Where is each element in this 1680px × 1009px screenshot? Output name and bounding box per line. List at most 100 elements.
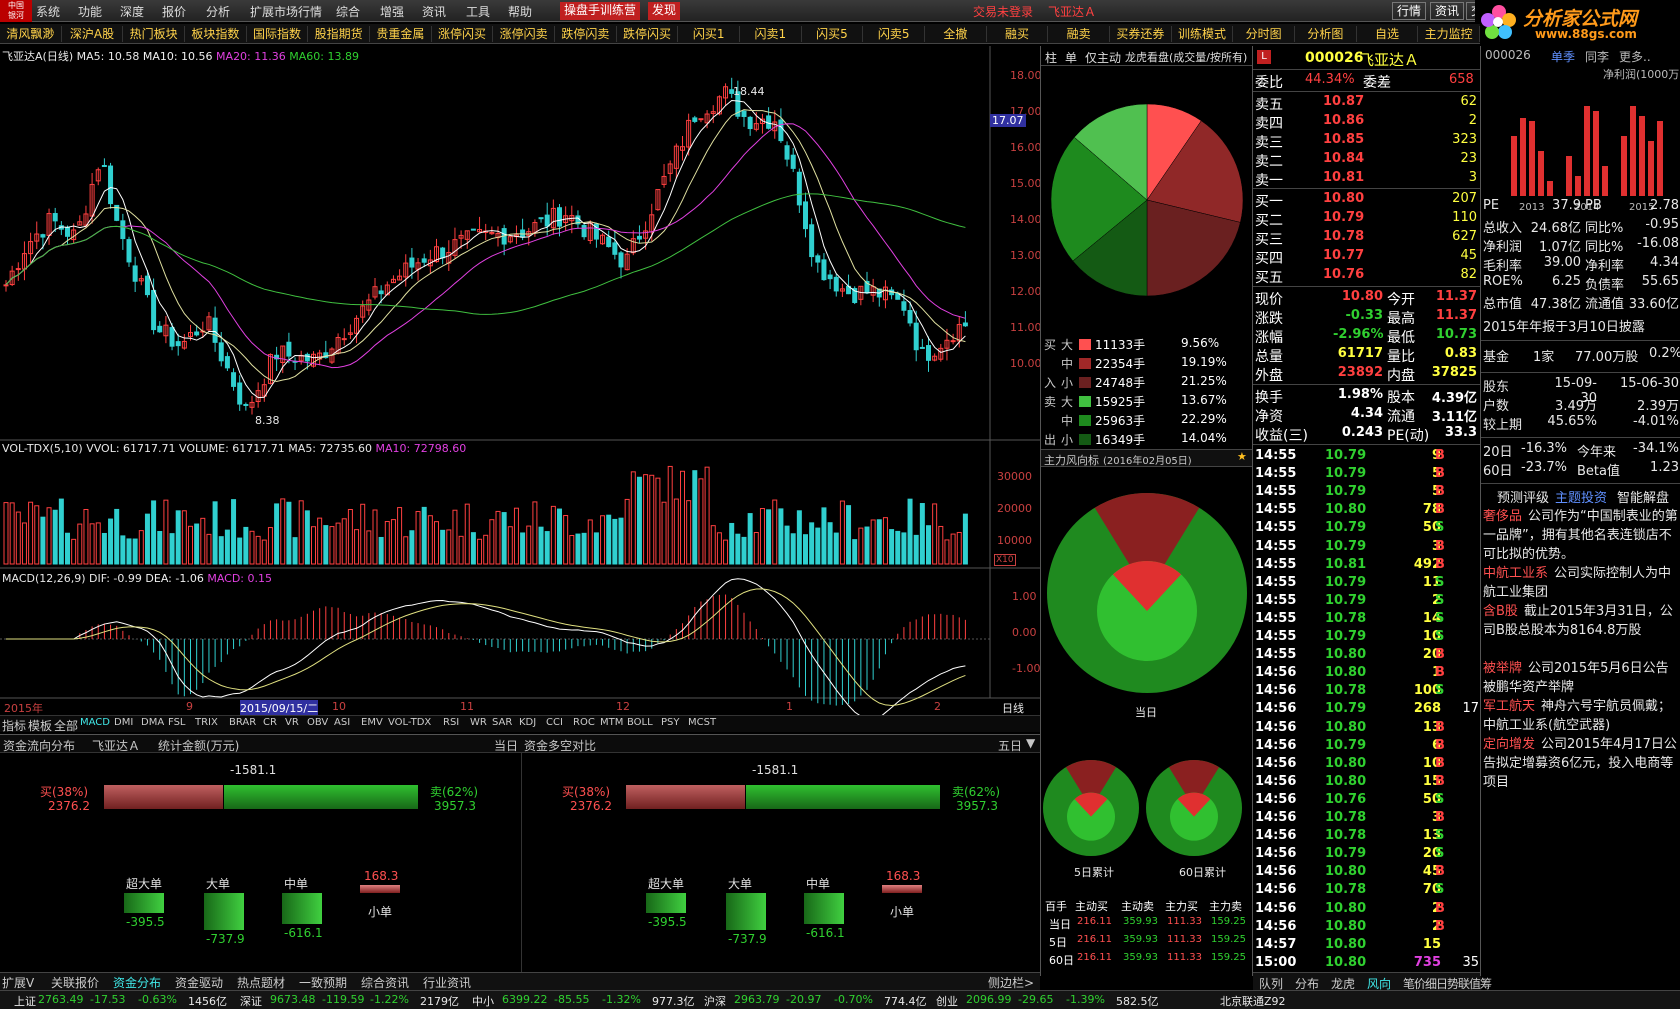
quick-button-20[interactable]: 分时图: [1233, 26, 1295, 42]
info-button[interactable]: 资讯: [1430, 2, 1465, 20]
indicator-tab-8[interactable]: BRAR: [229, 717, 256, 728]
trade-status[interactable]: 交易未登录: [973, 3, 1033, 20]
bottom-tab-1[interactable]: 关联报价: [51, 974, 99, 991]
l-badge-icon[interactable]: L: [1257, 50, 1271, 64]
indicator-tab-18[interactable]: KDJ: [519, 717, 536, 728]
news-link-2[interactable]: 智能解盘: [1617, 487, 1669, 506]
bottom-tab-0[interactable]: 扩展V: [2, 974, 34, 991]
bottom-tab-7[interactable]: 行业资讯: [423, 974, 471, 991]
quick-button-23[interactable]: 主力监控: [1418, 26, 1480, 42]
dropdown-icon[interactable]: ▼: [1026, 736, 1035, 750]
indicator-tab-20[interactable]: ROC: [573, 717, 595, 728]
fund-period-select[interactable]: 五日: [998, 737, 1022, 754]
index-name[interactable]: 上证: [14, 993, 36, 1009]
indicator-tab-13[interactable]: EMV: [361, 717, 383, 728]
big-order-tab-1[interactable]: 单: [1065, 49, 1077, 66]
index-name[interactable]: 沪深: [704, 993, 726, 1009]
quick-button-11[interactable]: 闪买1: [678, 26, 740, 42]
quick-button-5[interactable]: 股指期货: [308, 26, 370, 42]
training-button[interactable]: 操盘手训练营: [560, 2, 641, 20]
indicator-tab-11[interactable]: OBV: [307, 717, 328, 728]
indicator-tab-9[interactable]: CR: [263, 717, 277, 728]
quick-button-3[interactable]: 板块指数: [185, 26, 247, 42]
quick-button-7[interactable]: 涨停闪买: [432, 26, 494, 42]
f10-tab-0[interactable]: 单季: [1551, 48, 1575, 65]
news-tag[interactable]: 奢侈品: [1483, 509, 1522, 524]
indicator-tab-22[interactable]: BOLL: [627, 717, 653, 728]
big-order-tab-2[interactable]: 仅主动: [1085, 49, 1121, 66]
index-name[interactable]: 深证: [240, 993, 262, 1009]
quick-button-16[interactable]: 融买: [987, 26, 1049, 42]
news-tag[interactable]: 军工航天: [1483, 699, 1535, 714]
quick-button-8[interactable]: 涨停闪卖: [493, 26, 555, 42]
menu-item-0[interactable]: 系统: [36, 3, 60, 20]
quick-button-21[interactable]: 分析图: [1295, 26, 1357, 42]
news-item[interactable]: 军工航天 神舟六号宇航员佩戴；中航工业系(航空武器): [1483, 697, 1679, 735]
news-item[interactable]: 奢侈品 公司作为“中国制表业的第一品牌”，拥有其他名表连锁店不可比拟的优势。: [1483, 507, 1679, 564]
indicator-tab-2[interactable]: 全部: [54, 717, 78, 734]
news-link-0[interactable]: 预测评级: [1497, 487, 1549, 506]
menu-item-1[interactable]: 功能: [78, 3, 102, 20]
index-name[interactable]: 中小: [472, 993, 494, 1009]
menu-item-6[interactable]: 综合: [336, 3, 360, 20]
quick-button-0[interactable]: 清风飘渺: [0, 26, 62, 42]
menu-item-10[interactable]: 帮助: [508, 3, 532, 20]
menu-item-4[interactable]: 分析: [206, 3, 230, 20]
quick-button-18[interactable]: 买券还券: [1110, 26, 1172, 42]
quick-button-10[interactable]: 跌停闪买: [617, 26, 679, 42]
indicator-tab-19[interactable]: CCI: [546, 717, 563, 728]
quick-button-15[interactable]: 全撤: [925, 26, 987, 42]
menu-item-9[interactable]: 工具: [466, 3, 490, 20]
kline-svg[interactable]: [0, 46, 1040, 736]
quick-button-17[interactable]: 融卖: [1048, 26, 1110, 42]
quick-button-9[interactable]: 跌停闪卖: [555, 26, 617, 42]
quick-button-13[interactable]: 闪买5: [802, 26, 864, 42]
news-item[interactable]: 含B股 截止2015年3月31日，公司B股总股本为8164.8万股: [1483, 602, 1679, 640]
f10-tab-1[interactable]: 同李: [1585, 48, 1609, 65]
news-tag[interactable]: 被举牌: [1483, 661, 1522, 676]
menu-item-2[interactable]: 深度: [120, 3, 144, 20]
indicator-tab-24[interactable]: MCST: [688, 717, 716, 728]
discover-button[interactable]: 发现: [648, 2, 681, 20]
indicator-tab-12[interactable]: ASI: [334, 717, 350, 728]
quick-button-19[interactable]: 训练模式: [1172, 26, 1234, 42]
indicator-tab-23[interactable]: PSY: [661, 717, 680, 728]
sidebar-toggle[interactable]: 侧边栏>: [988, 974, 1034, 991]
news-tag[interactable]: 定向增发: [1483, 737, 1535, 752]
period-label[interactable]: 日线: [1002, 700, 1024, 716]
menu-item-5[interactable]: 扩展市场行情: [250, 3, 322, 20]
news-link-1[interactable]: 主题投资: [1555, 487, 1607, 506]
indicator-tab-21[interactable]: MTM: [600, 717, 623, 728]
indicator-tab-7[interactable]: TRIX: [195, 717, 218, 728]
bottom-tab-2[interactable]: 资金分布: [113, 974, 161, 991]
index-name[interactable]: 创业: [936, 993, 958, 1009]
quick-button-6[interactable]: 贵重金属: [370, 26, 432, 42]
news-tag[interactable]: 中航工业系: [1483, 566, 1548, 581]
indicator-tab-10[interactable]: VR: [285, 717, 299, 728]
indicator-tab-17[interactable]: SAR: [492, 717, 512, 728]
news-tag[interactable]: 含B股: [1483, 604, 1518, 619]
quick-button-2[interactable]: 热门板块: [123, 26, 185, 42]
indicator-tab-14[interactable]: VOL-TDX: [388, 717, 431, 728]
star-icon[interactable]: ★: [1237, 450, 1247, 463]
quick-button-4[interactable]: 国际指数: [247, 26, 309, 42]
quick-button-22[interactable]: 自选: [1357, 26, 1419, 42]
bottom-tab-5[interactable]: 一致预期: [299, 974, 347, 991]
menu-item-8[interactable]: 资讯: [422, 3, 446, 20]
fund-today-tab[interactable]: 当日: [494, 737, 518, 754]
menu-item-7[interactable]: 增强: [380, 3, 404, 20]
bottom-tab-4[interactable]: 热点题材: [237, 974, 285, 991]
indicator-tab-16[interactable]: WR: [470, 717, 487, 728]
f10-tab-more[interactable]: 更多..: [1619, 48, 1651, 65]
big-order-tab-3[interactable]: 龙虎看盘(成交量/按所有): [1125, 49, 1247, 65]
indicator-tab-6[interactable]: FSL: [168, 717, 186, 728]
menu-item-3[interactable]: 报价: [162, 3, 186, 20]
indicator-tab-1[interactable]: 模板: [28, 717, 52, 734]
quick-button-12[interactable]: 闪卖1: [740, 26, 802, 42]
indicator-tab-5[interactable]: DMA: [141, 717, 164, 728]
quick-button-14[interactable]: 闪卖5: [863, 26, 925, 42]
indicator-tab-0[interactable]: 指标: [2, 717, 26, 734]
quick-button-1[interactable]: 深沪A股: [62, 26, 124, 42]
quote-button[interactable]: 行情: [1392, 2, 1427, 20]
indicator-tab-15[interactable]: RSI: [443, 717, 459, 728]
